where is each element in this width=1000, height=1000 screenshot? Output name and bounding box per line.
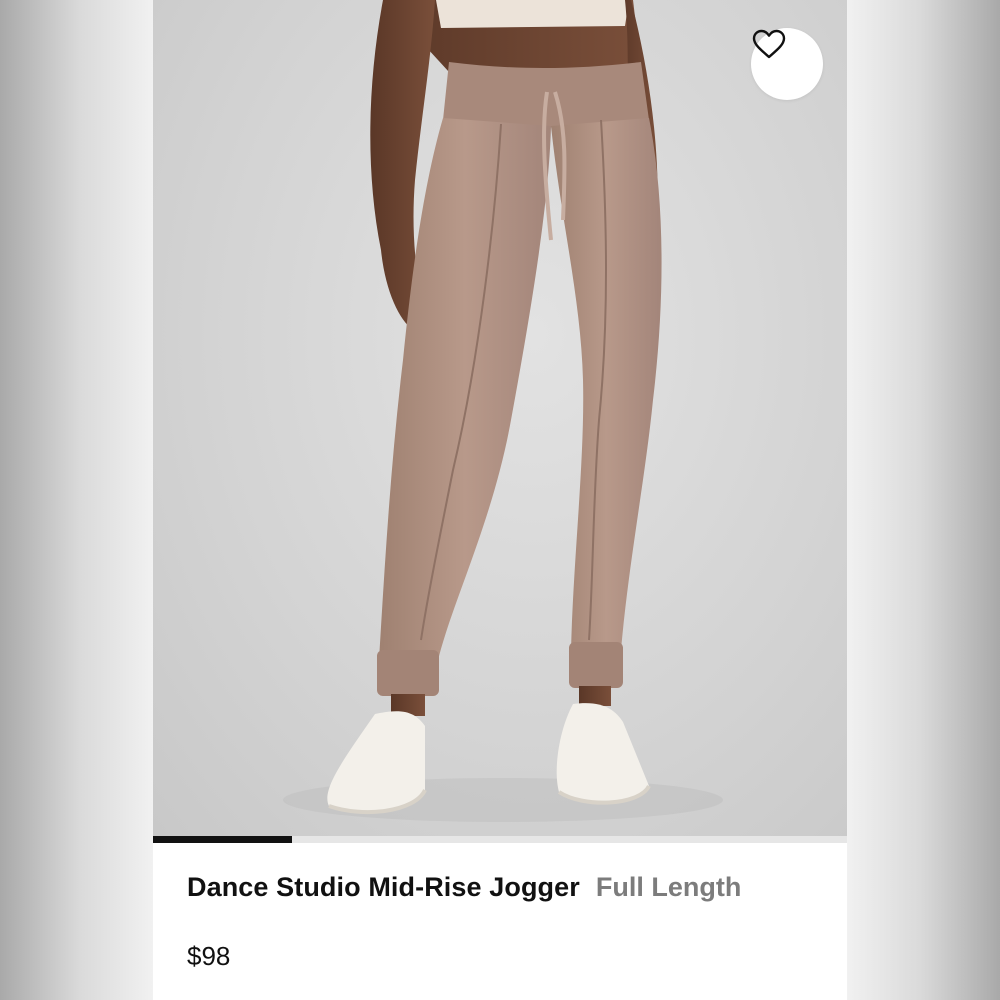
product-image[interactable]: [153, 0, 847, 836]
product-name[interactable]: Dance Studio Mid-Rise Jogger: [187, 872, 580, 903]
favorite-button[interactable]: [751, 28, 823, 100]
product-photo-illustration: [283, 0, 723, 822]
product-card[interactable]: Dance Studio Mid-Rise Jogger Full Length…: [153, 0, 847, 1000]
product-info: Dance Studio Mid-Rise Jogger Full Length: [187, 872, 827, 903]
product-price: $98: [187, 941, 231, 971]
product-title-row: Dance Studio Mid-Rise Jogger Full Length: [187, 872, 827, 903]
image-carousel-progress-fill: [153, 836, 292, 843]
product-length-label: Full Length: [595, 872, 742, 902]
image-carousel-progress: [153, 836, 847, 843]
